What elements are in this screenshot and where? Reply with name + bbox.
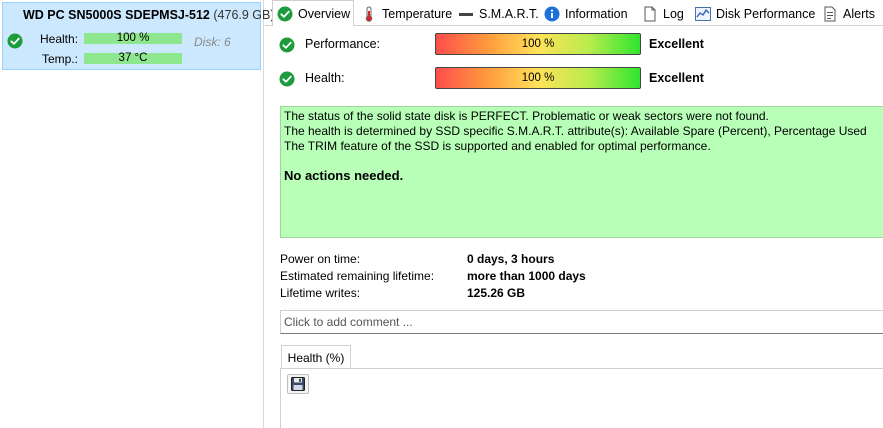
power-on-value: 0 days, 3 hours (467, 252, 555, 266)
tab-label: Overview (298, 6, 351, 21)
status-line: The TRIM feature of the SSD is supported… (284, 139, 711, 153)
performance-chart-icon (695, 6, 711, 22)
tab-label: Alerts (843, 6, 875, 21)
check-circle-icon (279, 37, 295, 53)
info-icon (544, 6, 560, 22)
health-label: Health: (305, 71, 345, 85)
tab-label: Log (663, 6, 684, 21)
tab-strip: Overview Temperature S.M.A.R.T. Informat… (270, 0, 883, 26)
disk-list-panel: WD PC SN5000S SDEPMSJ-512 (476.9 GB) Hea… (0, 0, 275, 428)
status-message-box: The status of the solid state disk is PE… (280, 106, 883, 238)
disk-size: (476.9 GB) (213, 8, 275, 22)
writes-label: Lifetime writes: (280, 286, 361, 300)
health-label: Health: (40, 32, 79, 46)
performance-bar: 100 % (435, 33, 641, 55)
lifetime-value: more than 1000 days (467, 269, 586, 283)
tab-label: Information (565, 6, 628, 21)
tab-information[interactable]: Information (544, 2, 628, 25)
check-circle-icon (279, 71, 295, 87)
writes-value: 125.26 GB (467, 286, 526, 300)
health-mini-bar: 100 % (84, 32, 182, 44)
status-line: The status of the solid state disk is PE… (284, 109, 769, 123)
tab-disk-performance[interactable]: Disk Performance (695, 2, 815, 25)
alerts-document-icon (822, 6, 838, 22)
health-rating: Excellent (649, 71, 704, 85)
tab-health-graph[interactable]: Health (%) (281, 345, 351, 369)
floppy-disk-icon (291, 377, 305, 391)
power-on-label: Power on time: (280, 252, 361, 266)
check-circle-icon (7, 33, 23, 49)
tab-label: Disk Performance (716, 6, 816, 21)
overview-panel: Performance: 100 % Excellent Health: 100… (265, 26, 883, 428)
lifetime-label: Estimated remaining lifetime: (280, 269, 435, 283)
document-icon (642, 6, 658, 22)
health-graph-panel (280, 368, 883, 428)
performance-rating: Excellent (649, 37, 704, 51)
disk-title: WD PC SN5000S SDEPMSJ-512 (476.9 GB) (23, 8, 275, 22)
tab-log[interactable]: Log (642, 2, 684, 25)
temp-label: Temp.: (42, 52, 79, 66)
tab-overview[interactable]: Overview (272, 0, 354, 26)
disk-name: WD PC SN5000S SDEPMSJ-512 (23, 8, 210, 22)
disk-number: Disk: 6 (194, 35, 231, 49)
tab-temperature[interactable]: Temperature (361, 2, 452, 25)
health-bar: 100 % (435, 67, 641, 89)
tab-label: S.M.A.R.T. (479, 6, 539, 21)
performance-label: Performance: (305, 37, 381, 51)
tab-alerts[interactable]: Alerts (822, 2, 875, 25)
dash-icon (458, 6, 474, 22)
temp-mini-bar: 37 °C (84, 52, 182, 64)
tab-smart[interactable]: S.M.A.R.T. (458, 2, 539, 25)
save-button[interactable] (287, 374, 309, 394)
disk-list-item[interactable]: WD PC SN5000S SDEPMSJ-512 (476.9 GB) Hea… (2, 2, 275, 70)
tab-label: Temperature (382, 6, 453, 21)
status-line: The health is determined by SSD specific… (284, 124, 867, 138)
check-circle-icon (277, 6, 293, 22)
comment-input[interactable]: Click to add comment ... (280, 310, 883, 334)
action-message: No actions needed. (284, 168, 404, 183)
thermometer-icon (361, 6, 377, 22)
